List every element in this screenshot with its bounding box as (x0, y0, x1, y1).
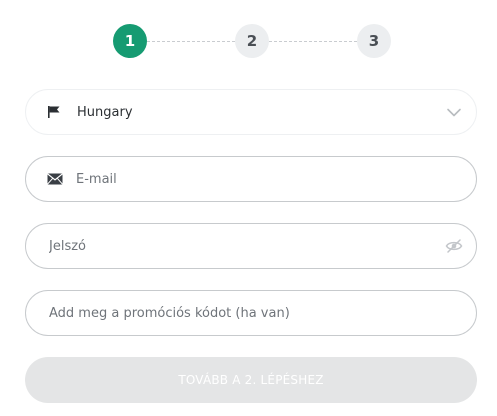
flag-icon (47, 105, 61, 119)
step-connector-1-2 (147, 41, 235, 42)
step-connector-2-3 (269, 41, 357, 42)
email-input[interactable] (76, 157, 426, 201)
chevron-down-icon[interactable] (446, 103, 462, 122)
eye-off-icon[interactable] (445, 239, 463, 253)
country-select[interactable]: Hungary (25, 89, 477, 135)
envelope-icon (47, 173, 63, 185)
email-field-wrapper (25, 156, 477, 202)
step-1-indicator: 1 (113, 24, 147, 58)
step-3-indicator: 3 (357, 24, 391, 58)
country-select-value: Hungary (77, 104, 133, 120)
registration-stepper: 1 2 3 (113, 24, 391, 58)
promo-code-field-wrapper (25, 290, 477, 336)
password-input[interactable] (49, 224, 426, 268)
next-step-button[interactable]: TOVÁBB A 2. LÉPÉSHEZ (25, 357, 477, 403)
step-2-indicator: 2 (235, 24, 269, 58)
password-field-wrapper (25, 223, 477, 269)
promo-code-input[interactable] (49, 291, 426, 335)
